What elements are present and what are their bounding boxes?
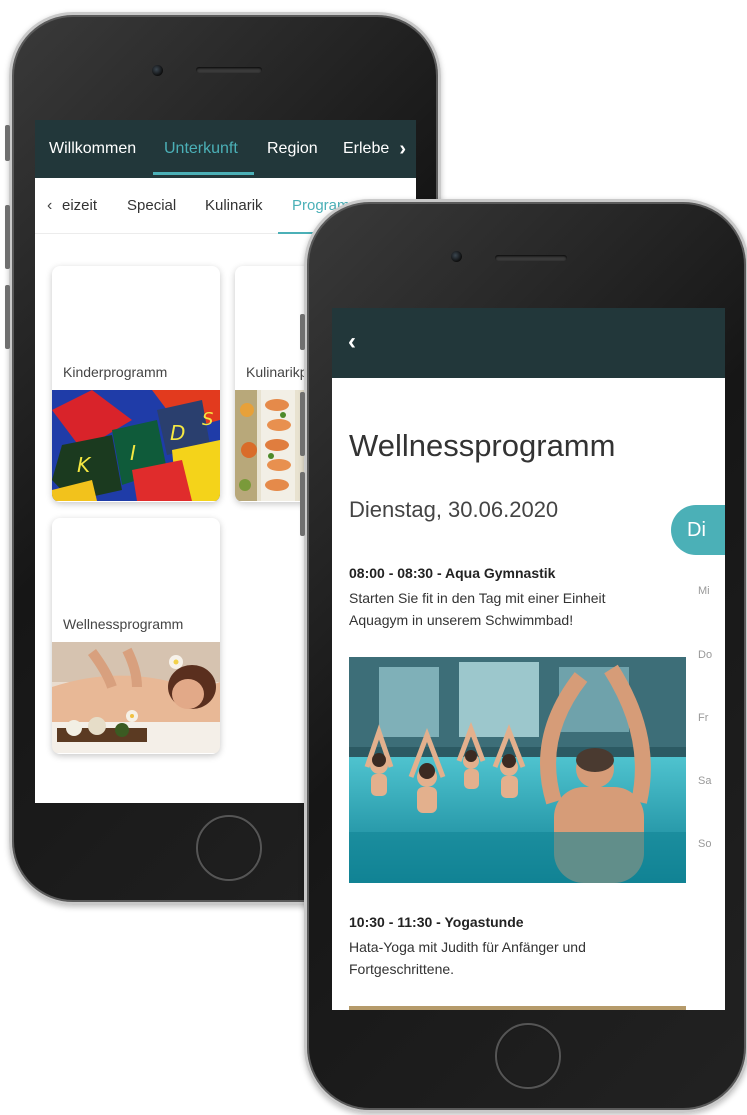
subnav-item-freizeit[interactable]: eizeit: [62, 178, 97, 234]
chevron-left-icon[interactable]: ‹: [348, 328, 356, 356]
nav-item-willkommen[interactable]: Willkommen: [49, 120, 136, 178]
volume-down-button: [5, 285, 10, 349]
main-nav: Willkommen Unterkunft Region Erlebe ›: [35, 120, 416, 178]
next-event-image: [349, 1006, 686, 1010]
svg-text:S: S: [202, 409, 213, 430]
kids-blocks-image: K I D S: [52, 390, 220, 501]
nav-item-unterkunft[interactable]: Unterkunft: [164, 120, 238, 178]
app-header: ‹: [332, 308, 725, 378]
event-title: 08:00 - 08:30 - Aqua Gymnastik: [349, 565, 556, 581]
day-tab-fr[interactable]: Fr: [698, 712, 708, 724]
page-title: Wellnessprogramm: [349, 428, 616, 463]
day-tab-mi[interactable]: Mi: [698, 585, 710, 597]
event-title: 10:30 - 11:30 - Yogastunde: [349, 914, 524, 930]
subnav-item-special[interactable]: Special: [127, 178, 176, 234]
date-heading: Dienstag, 30.06.2020: [349, 497, 559, 522]
card-label: Kulinarikp: [246, 364, 308, 380]
svg-text:I: I: [130, 441, 136, 465]
camera-icon: [152, 65, 163, 76]
card-kinderprogramm[interactable]: Kinderprogramm K I D S: [52, 266, 220, 502]
mute-switch: [5, 125, 10, 161]
svg-text:K: K: [77, 453, 92, 477]
aqua-gym-image: [349, 657, 686, 883]
svg-text:D: D: [170, 421, 185, 445]
nav-item-region[interactable]: Region: [267, 120, 318, 178]
event-description: Hata-Yoga mit Judith für Anfänger und Fo…: [349, 939, 586, 977]
speaker-grille: [495, 255, 567, 261]
day-tab-active[interactable]: Di: [671, 505, 725, 555]
massage-image: [52, 642, 220, 753]
home-button: [196, 815, 262, 881]
home-button: [495, 1023, 561, 1089]
day-tab-sa[interactable]: Sa: [698, 775, 711, 787]
chevron-left-icon[interactable]: ‹: [47, 178, 52, 234]
screen-front: ‹ Wellnessprogramm Dienstag, 30.06.2020 …: [332, 308, 725, 1010]
card-wellnessprogramm[interactable]: Wellnessprogramm: [52, 518, 220, 754]
event-description: Starten Sie fit in den Tag mit einer Ein…: [349, 590, 606, 628]
chevron-right-icon[interactable]: ›: [399, 120, 406, 178]
card-label: Kinderprogramm: [63, 364, 168, 380]
day-tab-do[interactable]: Do: [698, 649, 712, 661]
nav-item-erlebe[interactable]: Erlebe: [343, 120, 389, 178]
mute-switch: [300, 314, 305, 350]
volume-up-button: [300, 392, 305, 456]
phone-front: ‹ Wellnessprogramm Dienstag, 30.06.2020 …: [300, 199, 747, 1113]
volume-down-button: [300, 472, 305, 536]
volume-up-button: [5, 205, 10, 269]
card-label: Wellnessprogramm: [63, 616, 184, 632]
subnav-item-kulinarik[interactable]: Kulinarik: [205, 178, 263, 234]
speaker-grille: [196, 67, 262, 73]
day-tab-so[interactable]: So: [698, 838, 711, 850]
camera-icon: [451, 251, 462, 262]
active-tab-indicator: [153, 172, 254, 175]
